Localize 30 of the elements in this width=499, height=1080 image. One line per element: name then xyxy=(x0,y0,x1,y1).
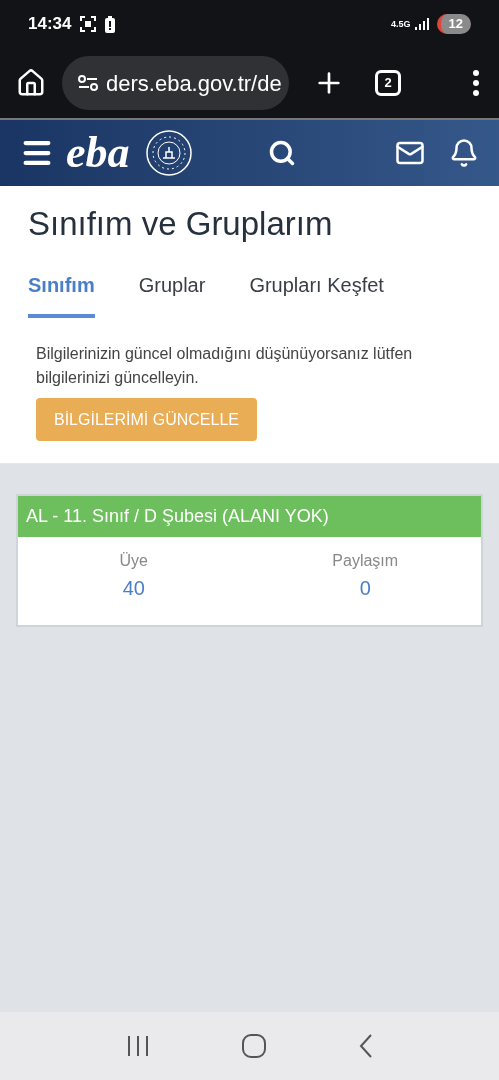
tab[interactable]: Sınıfım xyxy=(28,270,95,318)
recent-apps-icon[interactable] xyxy=(126,1036,149,1056)
url-text: ders.eba.gov.tr/de xyxy=(106,69,282,98)
stat-value: 0 xyxy=(359,576,371,601)
logo[interactable]: eba xyxy=(66,131,130,175)
network-type: 4.5G xyxy=(391,19,411,29)
home-button-icon[interactable] xyxy=(241,1034,266,1058)
class-card[interactable]: AL - 11. Sınıf / D Şubesi (ALANI YOK) Üye 40 Paylaşım 0 xyxy=(16,494,483,627)
site-settings-icon[interactable] xyxy=(78,75,98,91)
tab-switcher-button[interactable]: 2 xyxy=(375,70,401,96)
stat-label: Paylaşım xyxy=(332,551,399,571)
search-icon[interactable] xyxy=(267,139,296,167)
page-title: Sınıfım ve Gruplarım xyxy=(28,204,334,244)
battery-alert-icon xyxy=(105,15,116,33)
clock: 14:34 xyxy=(28,13,72,36)
screenshot-icon xyxy=(79,15,98,33)
signal-icon xyxy=(414,18,429,30)
tab[interactable]: Gruplar xyxy=(138,270,206,318)
class-name: AL - 11. Sınıf / D Şubesi (ALANI YOK) xyxy=(18,496,481,537)
emblem-icon xyxy=(145,130,192,176)
tab[interactable]: Grupları Keşfet xyxy=(249,270,384,318)
more-icon[interactable] xyxy=(473,70,479,96)
home-icon[interactable] xyxy=(16,68,46,98)
notice-text: Bilgilerinizin güncel olmadığını düşünüyorsanız lütfen bilgilerinizi güncelleyin. xyxy=(36,344,414,388)
address-bar[interactable]: ders.eba.gov.tr/de xyxy=(62,56,289,110)
stat-value: 40 xyxy=(122,576,145,601)
stat-label: Üye xyxy=(119,551,148,571)
battery-level: 12 xyxy=(436,14,471,34)
back-icon[interactable] xyxy=(358,1034,373,1058)
notifications-icon[interactable] xyxy=(449,138,479,168)
